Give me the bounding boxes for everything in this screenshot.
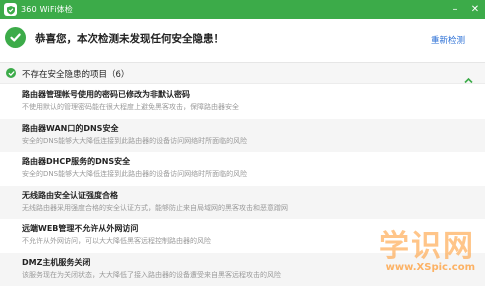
check-circle-small-icon [6, 68, 16, 78]
result-message: 恭喜您，本次检测未发现任何安全隐患！ [35, 33, 224, 45]
item-title: 远端WEB管理不允许从外网访问 [22, 224, 139, 233]
safe-items-group-header[interactable]: 不存在安全隐患的项目（6） [0, 62, 485, 84]
item-title: 路由器DHCP服务的DNS安全 [22, 157, 131, 166]
list-item: DMZ主机服务关闭 该服务现在为关闭状态，大大降低了接入路由器的设备遭受来自黑客… [0, 252, 485, 286]
item-description: 该服务现在为关闭状态，大大降低了接入路由器的设备遭受来自黑客远程攻击的风险 [22, 270, 281, 279]
item-title: 无线路由安全认证强度合格 [22, 190, 118, 200]
list-item: 路由器WAN口的DNS安全 安全的DNS能够大大降低连接到此路由器的设备访问网络… [0, 118, 485, 152]
rescan-link[interactable]: 重新检测 [431, 34, 465, 46]
wifi-shield-icon [4, 3, 17, 16]
title-bar: 360 WiFi体检 – ✕ [0, 0, 485, 19]
list-item: 路由器DHCP服务的DNS安全 安全的DNS能够大大降低连接到此路由器的设备访问… [0, 152, 485, 186]
item-title: 路由器管理帐号使用的密码已修改为非默认密码 [22, 90, 190, 99]
item-description: 不使用默认的管理密码能在很大程度上避免黑客攻击，保障路由器安全 [22, 103, 239, 111]
group-title: 不存在安全隐患的项目（6） [22, 70, 130, 80]
result-header: 恭喜您，本次检测未发现任何安全隐患！ 重新检测 [0, 19, 485, 60]
item-description: 无线路由器采用强度合格的安全认证方式，能够防止来自局域网的黑客攻击和恶意蹭网 [22, 203, 288, 212]
window-title: 360 WiFi体检 [21, 5, 74, 14]
check-circle-icon [5, 27, 26, 48]
close-button[interactable]: ✕ [465, 0, 485, 19]
item-description: 安全的DNS能够大大降低连接到此路由器的设备访问网络时所面临的风险 [22, 170, 248, 178]
item-title: 路由器WAN口的DNS安全 [22, 123, 119, 133]
item-description: 不允许从外网访问，可以大大降低黑客远程控制路由器的风险 [22, 237, 211, 245]
minimize-button[interactable]: – [445, 0, 465, 19]
safe-items-list: 路由器管理帐号使用的密码已修改为非默认密码 不使用默认的管理密码能在很大程度上避… [0, 85, 485, 286]
list-item: 路由器管理帐号使用的密码已修改为非默认密码 不使用默认的管理密码能在很大程度上避… [0, 85, 485, 119]
window-controls: – ✕ [445, 0, 485, 19]
item-description: 安全的DNS能够大大降低连接到此路由器的设备访问网络时所面临的风险 [22, 136, 248, 145]
list-item: 远端WEB管理不允许从外网访问 不允许从外网访问，可以大大降低黑客远程控制路由器… [0, 219, 485, 253]
list-item: 无线路由安全认证强度合格 无线路由器采用强度合格的安全认证方式，能够防止来自局域… [0, 185, 485, 219]
item-title: DMZ主机服务关闭 [22, 257, 91, 267]
